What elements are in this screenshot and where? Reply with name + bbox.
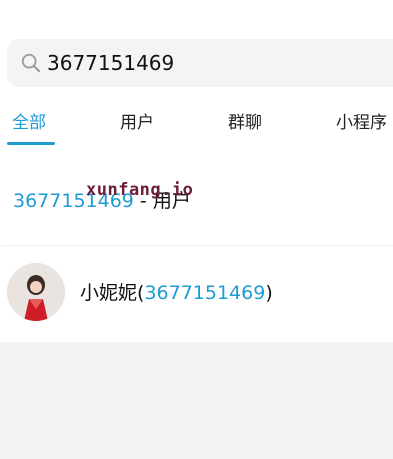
tab-mini-programs[interactable]: 小程序 (336, 112, 387, 134)
tab-users[interactable]: 用户 (120, 112, 154, 134)
result-title: 小妮妮(3677151469) (80, 281, 273, 305)
tab-bar: 全部 用户 群聊 小程序 (0, 100, 393, 148)
search-icon (21, 53, 41, 73)
active-tab-indicator (7, 142, 55, 145)
list-item[interactable]: 小妮妮(3677151469) (0, 246, 393, 342)
search-input[interactable]: 3677151469 (47, 49, 174, 77)
user-name: 小妮妮 (80, 282, 138, 304)
list-item[interactable]: 3677151469 - 用户 (0, 157, 393, 245)
watermark: xunfang.io (86, 180, 194, 200)
header-area: 3677151469 全部 用户 群聊 小程序 (0, 0, 393, 157)
paren-close: ) (265, 282, 273, 304)
match-highlight: 3677151469 (144, 282, 266, 304)
tab-all[interactable]: 全部 (12, 112, 46, 134)
search-bar[interactable]: 3677151469 (7, 39, 393, 87)
tab-groups[interactable]: 群聊 (228, 112, 262, 134)
avatar (7, 263, 65, 321)
